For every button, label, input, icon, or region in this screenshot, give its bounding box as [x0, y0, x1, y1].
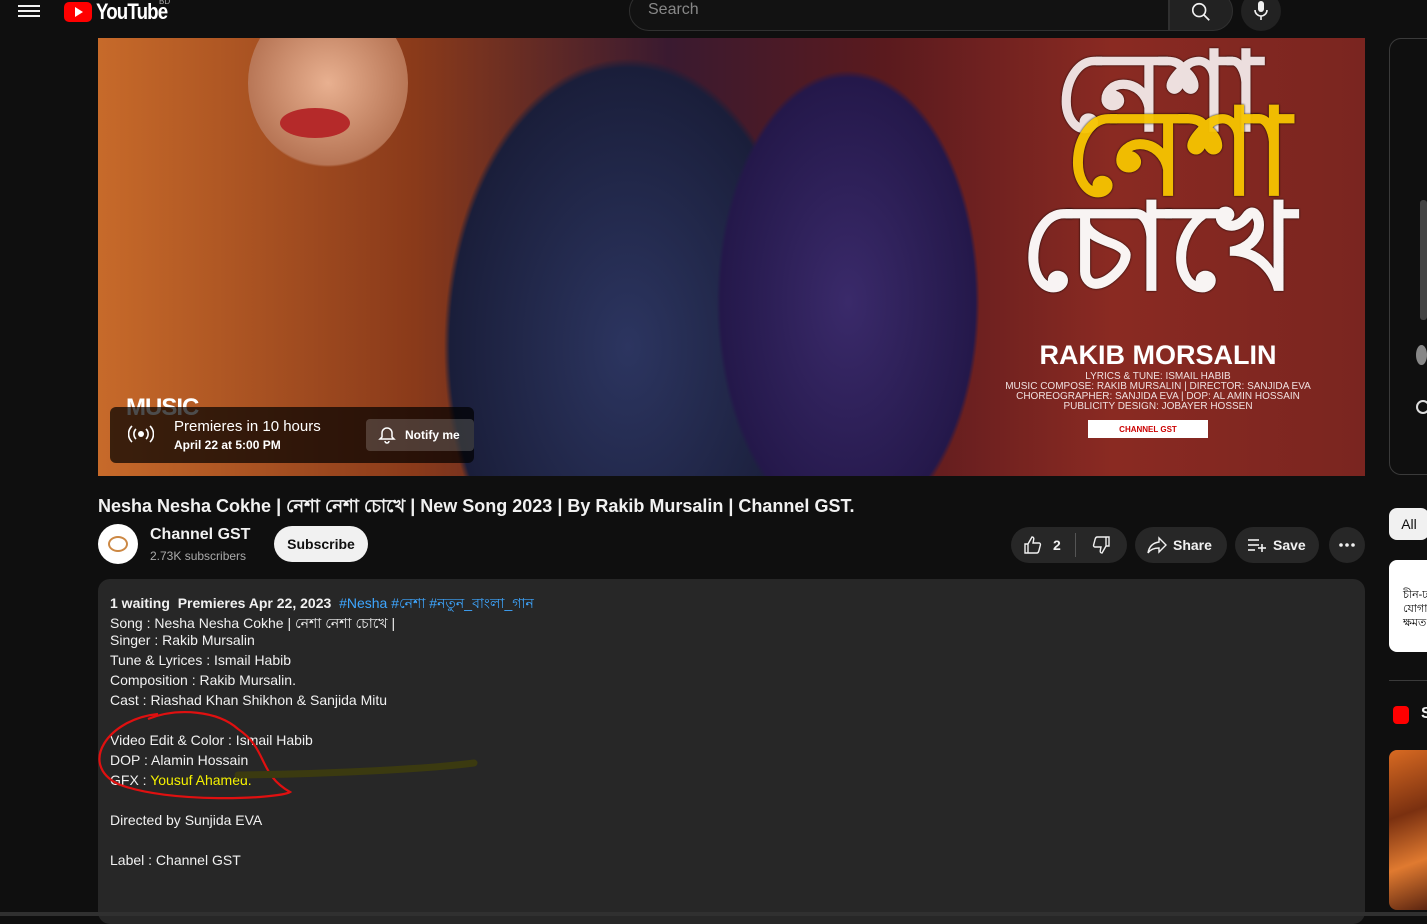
description-line: Tune & Lyrices : Ismail Habib	[110, 652, 292, 668]
premiere-date: April 22 at 5:00 PM	[174, 438, 281, 452]
microphone-icon	[1254, 1, 1268, 20]
more-horizontal-icon	[1339, 543, 1355, 547]
share-icon	[1147, 536, 1167, 554]
share-label: Share	[1173, 537, 1212, 553]
search-button[interactable]	[1169, 0, 1233, 31]
thumbnail-lips	[280, 108, 350, 138]
thumbnail-title-line2: চোখে	[1020, 181, 1296, 315]
description-gfx-line: GFX : Yousuf Ahamed.	[110, 772, 252, 788]
premiere-countdown: Premieres in 10 hours	[174, 418, 321, 435]
save-button[interactable]: Save	[1235, 527, 1319, 563]
notify-me-label: Notify me	[405, 428, 460, 442]
search-icon	[1191, 2, 1210, 21]
bottom-border	[0, 912, 1427, 916]
dislike-button[interactable]	[1076, 527, 1126, 563]
live-broadcast-icon	[128, 425, 154, 443]
description-line: Video Edit & Color : Ismail Habib	[110, 732, 313, 748]
shorts-icon	[1393, 706, 1409, 724]
side-divider	[1389, 680, 1427, 681]
description-line: Label : Channel GST	[110, 852, 241, 868]
save-playlist-icon	[1248, 539, 1266, 552]
menu-icon[interactable]	[18, 2, 40, 20]
description-line: DOP : Alamin Hossain	[110, 752, 249, 768]
premiere-banner: Premieres in 10 hours April 22 at 5:00 P…	[110, 407, 474, 463]
share-button[interactable]: Share	[1135, 527, 1227, 563]
subscriber-count: 2.73K subscribers	[150, 549, 247, 563]
side-avatar-icon	[1416, 345, 1427, 365]
thumbnail-woman	[698, 38, 998, 476]
logo-text: YouTube	[96, 0, 168, 24]
channel-logo-icon	[108, 536, 128, 552]
related-video-card[interactable]: চীন-ঢ যোগাযে ক্ষমত	[1389, 560, 1427, 652]
bell-icon	[378, 427, 396, 444]
search-box	[629, 0, 1169, 31]
like-count: 2	[1053, 537, 1061, 553]
thumbnail-artist: RAKIB MORSALIN	[1039, 340, 1277, 370]
channel-name[interactable]: Channel GST	[150, 526, 250, 544]
video-title: Nesha Nesha Cokhe | নেশা নেশা চোখে | New…	[98, 496, 855, 516]
description-box[interactable]: 1 waiting Premieres Apr 22, 2023 #Nesha …	[98, 579, 1365, 924]
description-line: Cast : Riashad Khan Shikhon & Sanjida Mi…	[110, 692, 388, 708]
waiting-count: 1 waiting	[110, 595, 170, 611]
voice-search-button[interactable]	[1241, 0, 1281, 31]
save-label: Save	[1273, 537, 1306, 553]
top-bar: YouTube BD	[0, 0, 1427, 38]
notify-me-button[interactable]: Notify me	[366, 419, 474, 451]
thumbs-down-icon	[1092, 536, 1110, 554]
country-code: BD	[159, 0, 171, 6]
search-input[interactable]	[646, 0, 1130, 20]
description-line: Composition : Rakib Mursalin.	[110, 672, 296, 688]
gfx-prefix: GFX :	[110, 772, 151, 788]
gfx-name-highlight: Yousuf Ahamed.	[150, 772, 252, 788]
thumbs-up-icon	[1024, 536, 1042, 554]
thumbnail-follow-badge: CHANNEL GST	[1088, 420, 1208, 438]
thumbnail-credits: LYRICS & TUNE: ISMAIL HABIB MUSIC COMPOS…	[968, 372, 1348, 412]
youtube-play-icon	[64, 2, 92, 22]
hashtag-link[interactable]: #নেশা	[391, 595, 425, 611]
shorts-thumbnail[interactable]	[1389, 750, 1427, 910]
premiere-info: Premieres Apr 22, 2023	[177, 595, 332, 611]
chip-all[interactable]: All	[1389, 508, 1427, 540]
side-scrollbar[interactable]	[1420, 200, 1427, 320]
like-dislike-group: 2	[1011, 527, 1127, 563]
thumbnail-credit-line: PUBLICITY DESIGN: JOBAYER HOSSEN	[1063, 401, 1253, 412]
shorts-heading: S	[1421, 705, 1427, 722]
side-clock-icon	[1416, 400, 1427, 414]
description-line: Singer : Rakib Mursalin	[110, 632, 255, 648]
video-player[interactable]: নেশা নেশা চোখে RAKIB MORSALIN LYRICS & T…	[98, 38, 1365, 476]
hashtag-link[interactable]: #নতুন_বাংলা_গান	[429, 595, 534, 611]
hashtag-link[interactable]: #Nesha	[339, 595, 387, 611]
more-actions-button[interactable]	[1329, 527, 1365, 563]
thumbnail-face	[248, 38, 408, 168]
subscribe-button[interactable]: Subscribe	[274, 526, 368, 562]
channel-avatar[interactable]	[98, 524, 138, 564]
like-button[interactable]: 2	[1011, 527, 1075, 563]
description-line: Directed by Sunjida EVA	[110, 812, 263, 828]
